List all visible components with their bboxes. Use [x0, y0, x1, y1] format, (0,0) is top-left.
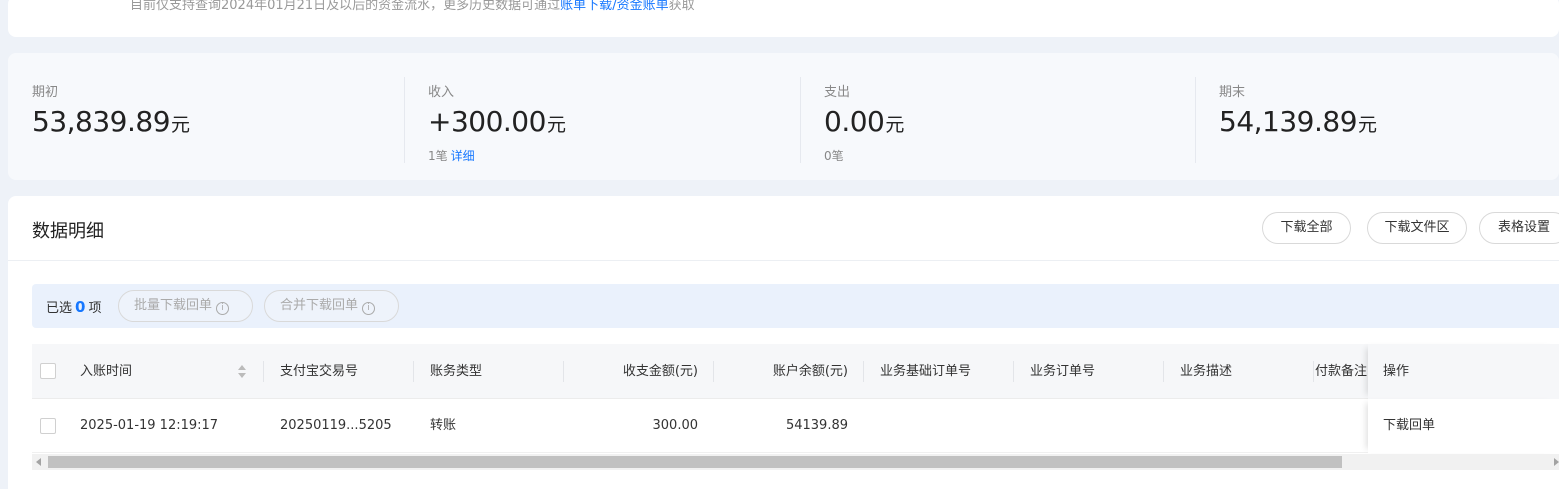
stat-value: +300.00元 [428, 105, 566, 138]
notice-text-before: 目前仅支持查询2024年01月21日及以后的资金流水，更多历史数据可通过 [130, 0, 561, 13]
cell-time: 2025-01-19 12:19:17 [80, 418, 219, 433]
cell-remark [1315, 399, 1375, 452]
selected-number: 0 [75, 298, 86, 316]
download-files-button[interactable]: 下载文件区 [1367, 212, 1467, 244]
cell-type: 转账 [430, 418, 457, 433]
row-checkbox[interactable] [40, 418, 56, 434]
stat-label: 期末 [1219, 85, 1246, 100]
count-text: 0笔 [824, 149, 844, 163]
button-label: 合并下载回单 [280, 298, 359, 313]
divider [1195, 77, 1196, 163]
download-receipt-link[interactable]: 下载回单 [1383, 399, 1503, 453]
stat-label: 支出 [824, 85, 851, 100]
fixed-action-column: 下载回单 [1368, 399, 1559, 453]
divider [800, 77, 801, 163]
stat-label: 期初 [32, 85, 59, 100]
stat-amount: 0.00 [824, 105, 885, 138]
button-label: 批量下载回单 [134, 298, 213, 313]
cell-amount: 300.00 [652, 418, 699, 433]
cell-desc [1180, 399, 1310, 452]
stat-unit: 元 [1358, 114, 1378, 136]
stat-value: 54,139.89元 [1219, 105, 1377, 138]
column-header: 业务描述 [1180, 364, 1233, 379]
stat-count: 0笔 [824, 147, 844, 164]
stat-value: 0.00元 [824, 105, 904, 138]
column-divider [1163, 361, 1164, 382]
stat-unit: 元 [546, 114, 566, 136]
column-header: 业务基础订单号 [880, 364, 972, 379]
stat-unit: 元 [885, 114, 905, 136]
batch-download-button[interactable]: 批量下载回单 i [118, 290, 253, 322]
divider [8, 260, 1559, 261]
table-settings-button[interactable]: 表格设置 [1479, 212, 1559, 244]
stat-label: 收入 [428, 85, 455, 100]
notice-text: 目前仅支持查询2024年01月21日及以后的资金流水，更多历史数据可通过账单下载… [130, 0, 695, 13]
selected-prefix: 已选 [46, 301, 73, 316]
scroll-left-icon[interactable] [36, 458, 41, 466]
column-header: 支付宝交易号 [280, 364, 359, 379]
table-header: 入账时间 支付宝交易号 账务类型 收支金额(元) 账户余额(元) 业务基础订单号… [32, 344, 1559, 399]
stat-amount: 53,839.89 [32, 105, 171, 138]
column-divider [413, 361, 414, 382]
info-icon: i [216, 302, 230, 315]
selected-count: 已选 0 项 [46, 297, 101, 316]
bill-download-link[interactable]: 账单下载 [560, 0, 612, 13]
cell-balance: 54139.89 [785, 418, 848, 433]
fixed-action-column: 操作 [1368, 344, 1559, 399]
stat-value: 53,839.89元 [32, 105, 190, 138]
column-header: 账户余额(元) [772, 364, 848, 379]
scroll-right-icon[interactable] [1554, 458, 1559, 466]
cell-base-order [880, 399, 1010, 452]
column-header: 收支金额(元) [622, 364, 698, 379]
count-text: 1笔 [428, 149, 448, 163]
horizontal-scrollbar[interactable] [32, 454, 1559, 470]
stat-unit: 元 [171, 114, 191, 136]
selection-bar: 已选 0 项 批量下载回单 i 合并下载回单 i [32, 284, 1559, 328]
column-header[interactable]: 入账时间 [80, 344, 240, 398]
divider [404, 77, 405, 163]
column-divider [1013, 361, 1014, 382]
column-divider [263, 361, 264, 382]
column-header: 操作 [1383, 364, 1410, 379]
stat-count: 1笔 详细 [428, 147, 475, 164]
cell-order [1030, 399, 1160, 452]
cell-trade-no: 20250119...5205 [280, 418, 392, 433]
column-divider [863, 361, 864, 382]
notice-banner: 目前仅支持查询2024年01月21日及以后的资金流水，更多历史数据可通过账单下载… [8, 0, 1559, 37]
column-header: 账务类型 [430, 364, 483, 379]
scrollbar-thumb[interactable] [48, 456, 1342, 468]
table-row: 2025-01-19 12:19:17 20250119...5205 转账 3… [32, 399, 1559, 453]
merge-download-button[interactable]: 合并下载回单 i [264, 290, 399, 322]
stat-amount: +300.00 [428, 105, 546, 138]
download-all-button[interactable]: 下载全部 [1262, 212, 1351, 244]
select-all-checkbox[interactable] [40, 363, 56, 379]
notice-text-after: 获取 [668, 0, 695, 13]
column-header: 业务订单号 [1030, 364, 1096, 379]
info-icon: i [362, 302, 376, 315]
column-header: 付款备注 [1315, 364, 1368, 379]
summary-card: 期初 53,839.89元 收入 +300.00元 1笔 详细 支出 0.00元 … [8, 53, 1559, 180]
income-detail-link[interactable]: 详细 [451, 149, 475, 163]
selected-suffix: 项 [88, 301, 102, 316]
column-divider [1313, 361, 1314, 382]
sort-icon[interactable] [237, 363, 247, 381]
detail-card: 数据明细 下载全部 下载文件区 表格设置 已选 0 项 批量下载回单 i 合并下载回单… [8, 196, 1559, 489]
fund-bill-link[interactable]: 资金账单 [617, 0, 669, 13]
stat-amount: 54,139.89 [1219, 105, 1358, 138]
section-title: 数据明细 [32, 221, 104, 242]
